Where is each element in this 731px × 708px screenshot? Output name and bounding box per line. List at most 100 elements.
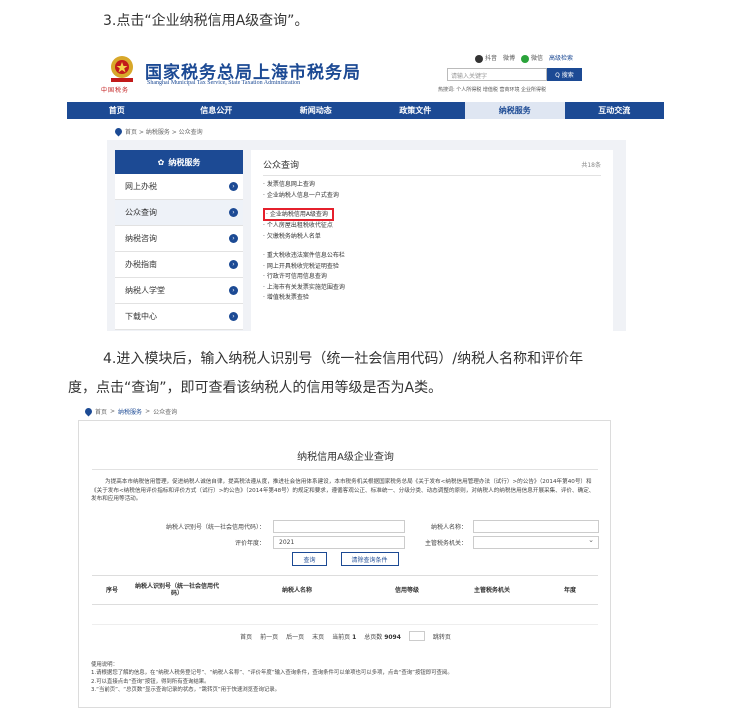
next-page-link[interactable]: 后一页: [286, 632, 304, 641]
query-link-a-level-credit[interactable]: · 企业纳税信用A级查询: [263, 208, 334, 221]
usage-notes: 使用说明： 1.请根据您了解的信息，在“纳税人税务登记号”、“纳税人名称”、“评…: [91, 661, 599, 695]
emblem-caption: 中国税务: [101, 87, 130, 94]
breadcrumb-home[interactable]: 首页: [95, 407, 107, 416]
col-year: 年度: [563, 586, 576, 594]
step3-text: 3.点击“企业纳税信用A级查询”。: [103, 13, 309, 29]
tax-emblem-icon: [111, 56, 133, 82]
screenshot-public-query: 中国税务 国家税务总局上海市税务局 Shanghai Municipal Tax…: [67, 44, 664, 331]
content-panel: 公众查询 共18条 · 发票信息网上查询 · 企业纳税人信息一户式查询 · 企业…: [251, 150, 613, 331]
query-links: · 发票信息网上查询 · 企业纳税人信息一户式查询 · 企业纳税信用A级查询 ·…: [263, 180, 601, 304]
sidebar-title: ✿ 纳税服务: [115, 150, 243, 174]
query-link[interactable]: · 重大税收违法案件信息公布栏: [263, 251, 601, 262]
chevron-right-icon: ›: [229, 208, 238, 217]
nav-info[interactable]: 信息公开: [167, 102, 267, 119]
notes-title: 使用说明：: [91, 662, 118, 668]
jump-page-button[interactable]: 跳转页: [433, 632, 451, 641]
note-item: 2.可以直接点击“查询”按钮，得到所有查询结果。: [91, 678, 210, 685]
pagination: 首页 前一页 后一页 末页 当前页 1 总页数 9094 跳转页: [79, 631, 612, 641]
weibo-link[interactable]: 微博: [503, 53, 515, 62]
sidebar-item-online-tax[interactable]: 网上办税 ›: [115, 174, 243, 200]
last-page-link[interactable]: 末页: [312, 632, 324, 641]
query-link[interactable]: · 上海市有关发票实施范围查询: [263, 283, 601, 294]
first-page-link[interactable]: 首页: [240, 632, 252, 641]
sidebar-item-guide[interactable]: 办税指南 ›: [115, 252, 243, 278]
sidebar-item-school[interactable]: 纳税人学堂 ›: [115, 278, 243, 304]
tax-office-select[interactable]: [473, 535, 599, 549]
breadcrumb-tax-service[interactable]: 纳税服务: [118, 407, 142, 416]
query-link[interactable]: · 企业纳税人信息一户式查询: [263, 191, 601, 202]
breadcrumb-text: 首页 > 纳税服务 > 公众查询: [125, 129, 203, 136]
clear-conditions-button[interactable]: 清除查询条件: [340, 552, 399, 566]
form-row-year-office: 评价年度： 2021 主管税务机关：: [93, 534, 599, 550]
chevron-right-icon: ›: [229, 234, 238, 243]
col-taxpayer-id: 纳税人识别号（统一社会信用代码）: [134, 583, 219, 597]
advanced-search-link[interactable]: 高级检索: [549, 53, 573, 62]
wechat-link[interactable]: 微信: [521, 53, 543, 63]
sidebar: ✿ 纳税服务 网上办税 › 公众查询 › 纳税咨询 › 办税指南 › 纳税人学堂 › 下载…: [115, 150, 243, 330]
taxpayer-name-label: 纳税人名称：: [430, 523, 467, 531]
taxpayer-name-input[interactable]: [473, 519, 599, 533]
taxpayer-id-label: 纳税人识别号（统一社会信用代码）：: [165, 523, 265, 531]
taxpayer-id-input[interactable]: [273, 519, 405, 533]
tax-office-label: 主管税务机关：: [424, 539, 467, 547]
note-item: 1.请根据您了解的信息，在“纳税人税务登记号”、“纳税人名称”、“评价年度”输入…: [91, 670, 453, 677]
content-count: 共18条: [581, 162, 601, 169]
prev-page-link[interactable]: 前一页: [260, 632, 278, 641]
year-input[interactable]: 2021: [273, 535, 405, 549]
note-item: 3.“当前页”、“总页数”显示查询记录的状态，“跳转页”用于快速浏览查询记录。: [91, 687, 281, 694]
site-subtitle: Shanghai Municipal Tax Service, State Ta…: [147, 80, 301, 86]
sidebar-item-public-query[interactable]: 公众查询 ›: [115, 200, 243, 226]
douyin-icon: [475, 54, 483, 63]
hot-words: 热搜词: 个人所得税 增值税 营商环境 企业所得税: [438, 87, 547, 93]
chevron-right-icon: ›: [229, 260, 238, 269]
sidebar-item-consult[interactable]: 纳税咨询 ›: [115, 226, 243, 252]
breadcrumb: 首页 > 纳税服务 > 公众查询: [113, 126, 203, 137]
content-header: 公众查询 共18条: [263, 158, 601, 176]
content-title: 公众查询: [263, 161, 300, 171]
top-links: 抖音 微博 微信 高级检索: [475, 53, 573, 63]
col-credit-level: 信用等级: [394, 586, 419, 594]
location-pin-icon: [113, 126, 124, 137]
query-link[interactable]: · 行政许可信用信息查询: [263, 272, 601, 283]
query-link[interactable]: · 增值税发票查验: [263, 293, 601, 304]
step4-text-line1: 4.进入模块后，输入纳税人识别号（统一社会信用代码）/纳税人名称和评价年: [103, 351, 584, 367]
wechat-icon: [521, 54, 530, 63]
current-page: 当前页 1: [332, 633, 357, 641]
nav-news[interactable]: 新闻动态: [266, 102, 366, 119]
query-button[interactable]: 查询: [292, 552, 327, 566]
sidebar-item-download[interactable]: 下载中心 ›: [115, 304, 243, 330]
nav-tax-service[interactable]: 纳税服务: [465, 102, 565, 119]
col-index: 序号: [105, 586, 118, 594]
site-search-input[interactable]: 请输入关键字: [447, 68, 547, 81]
main-nav: 首页 信息公开 新闻动态 政策文件 纳税服务 互动交流: [67, 102, 664, 119]
tax-service-icon: ✿: [157, 157, 165, 167]
nav-interaction[interactable]: 互动交流: [565, 102, 665, 119]
chevron-right-icon: ›: [229, 182, 238, 191]
intro-text: 为提高本市纳税信用管理，促进纳税人诚信自律，提高税法遵从度，推进社会信用体系建设…: [91, 479, 595, 503]
screenshot-credit-query: 首页 > 纳税服务 > 公众查询 纳税信用A级企业查询 为提高本市纳税信用管理，…: [68, 403, 623, 708]
query-link[interactable]: · 欠缴税务纳税人名单: [263, 232, 601, 243]
site-search-button[interactable]: Q 搜索: [547, 68, 582, 81]
breadcrumb-current: 公众查询: [153, 409, 178, 416]
chevron-right-icon: ›: [229, 312, 238, 321]
form-row-id-name: 纳税人识别号（统一社会信用代码）： 纳税人名称：: [93, 518, 599, 534]
jump-page-input[interactable]: [408, 631, 425, 641]
douyin-link[interactable]: 抖音: [475, 53, 497, 63]
total-pages: 总页数 9094: [364, 633, 401, 641]
nav-home[interactable]: 首页: [67, 102, 167, 119]
nav-policy[interactable]: 政策文件: [366, 102, 466, 119]
query-link[interactable]: · 网上开具税收完税证明查验: [263, 262, 601, 273]
step4-text-line2: 度，点击“查询”，即可查看该纳税人的信用等级是否为A类。: [68, 380, 443, 396]
col-tax-office: 主管税务机关: [473, 586, 510, 594]
page-title: 纳税信用A级企业查询: [297, 452, 394, 463]
col-taxpayer-name: 纳税人名称: [281, 586, 312, 594]
action-buttons: 查询 清除查询条件: [79, 552, 612, 566]
page-body: ✿ 纳税服务 网上办税 › 公众查询 › 纳税咨询 › 办税指南 › 纳税人学堂 › 下载…: [107, 140, 626, 331]
chevron-right-icon: ›: [229, 286, 238, 295]
query-link[interactable]: · 发票信息网上查询: [263, 180, 601, 191]
query-panel: 纳税信用A级企业查询 为提高本市纳税信用管理，促进纳税人诚信自律，提高税法遵从度…: [78, 420, 611, 708]
year-label: 评价年度：: [234, 539, 265, 547]
location-pin-icon: [83, 406, 94, 417]
query-link[interactable]: · 个人房屋出租税收代征点: [263, 221, 601, 232]
site-header: 中国税务 国家税务总局上海市税务局 Shanghai Municipal Tax…: [67, 44, 664, 100]
